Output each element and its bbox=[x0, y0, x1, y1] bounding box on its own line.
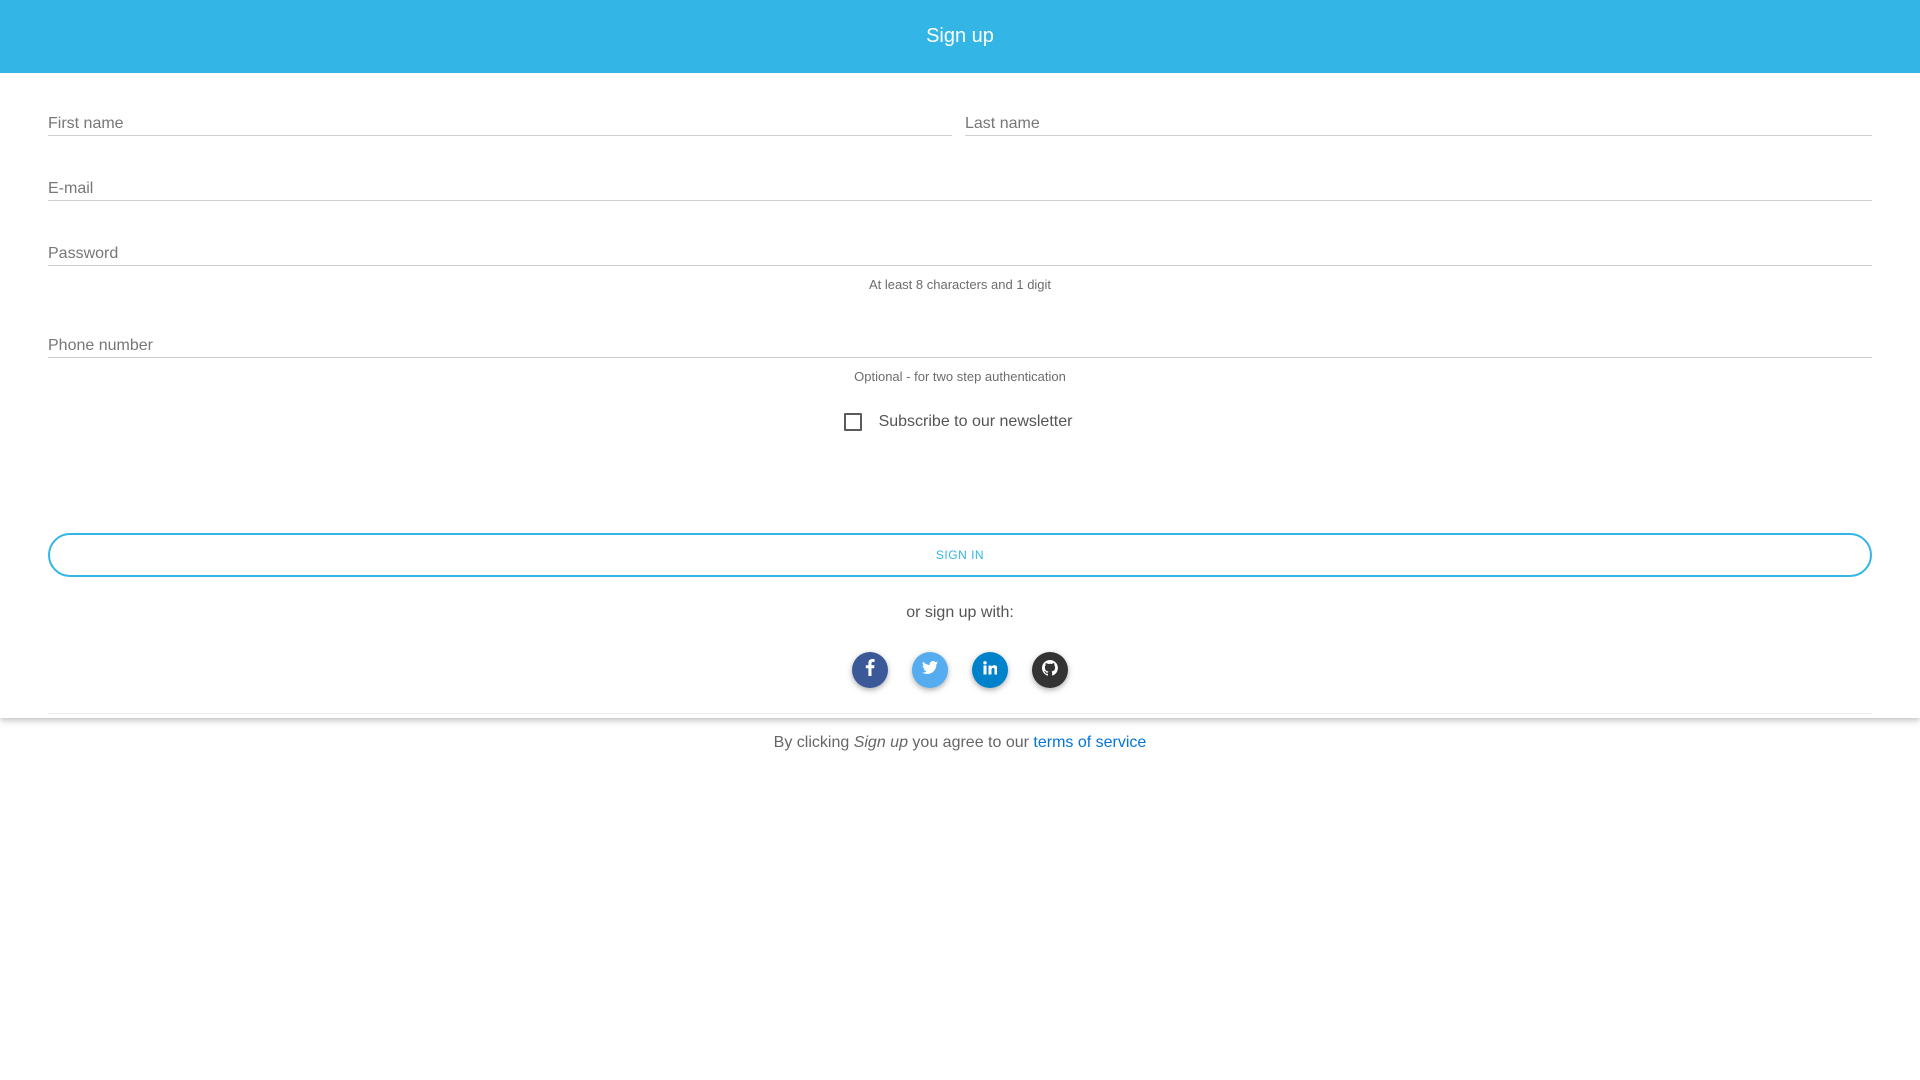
divider bbox=[48, 713, 1872, 714]
terms-emphasis: Sign up bbox=[853, 734, 908, 751]
signup-card: Sign up At least 8 characters and 1 digi… bbox=[0, 0, 1920, 751]
last-name-field bbox=[965, 106, 1872, 136]
linkedin-icon bbox=[983, 660, 998, 680]
page-title: Sign up bbox=[926, 25, 994, 47]
terms-middle: you agree to our bbox=[912, 734, 1029, 751]
social-prompt: or sign up with: bbox=[906, 604, 1014, 621]
last-name-input[interactable] bbox=[965, 106, 1872, 135]
terms-of-service-link[interactable]: terms of service bbox=[1033, 734, 1146, 751]
password-input[interactable] bbox=[48, 236, 1872, 265]
twitter-icon bbox=[922, 660, 938, 679]
phone-hint: Optional - for two step authentication bbox=[854, 369, 1066, 384]
social-buttons bbox=[0, 652, 1920, 688]
newsletter-checkbox[interactable] bbox=[843, 413, 862, 431]
phone-input[interactable] bbox=[48, 328, 1872, 357]
github-button[interactable] bbox=[1032, 652, 1068, 688]
terms-notice: By clicking Sign up you agree to our ter… bbox=[0, 734, 1920, 752]
twitter-button[interactable] bbox=[912, 652, 948, 688]
sign-in-button[interactable]: Sign in bbox=[48, 533, 1872, 577]
email-field bbox=[48, 171, 1872, 201]
terms-prefix: By clicking bbox=[773, 734, 850, 751]
password-hint: At least 8 characters and 1 digit bbox=[868, 277, 1052, 292]
newsletter-row: Subscribe to our newsletter bbox=[0, 413, 1920, 431]
phone-field bbox=[48, 328, 1872, 358]
email-input[interactable] bbox=[48, 171, 1872, 200]
first-name-field bbox=[48, 106, 952, 136]
password-field bbox=[48, 236, 1872, 266]
newsletter-label[interactable]: Subscribe to our newsletter bbox=[879, 413, 1073, 431]
card-header: Sign up bbox=[0, 0, 1920, 73]
first-name-input[interactable] bbox=[48, 106, 952, 135]
facebook-button[interactable] bbox=[852, 652, 888, 688]
facebook-icon bbox=[865, 659, 875, 681]
github-icon bbox=[1041, 659, 1058, 681]
linkedin-button[interactable] bbox=[972, 652, 1008, 688]
